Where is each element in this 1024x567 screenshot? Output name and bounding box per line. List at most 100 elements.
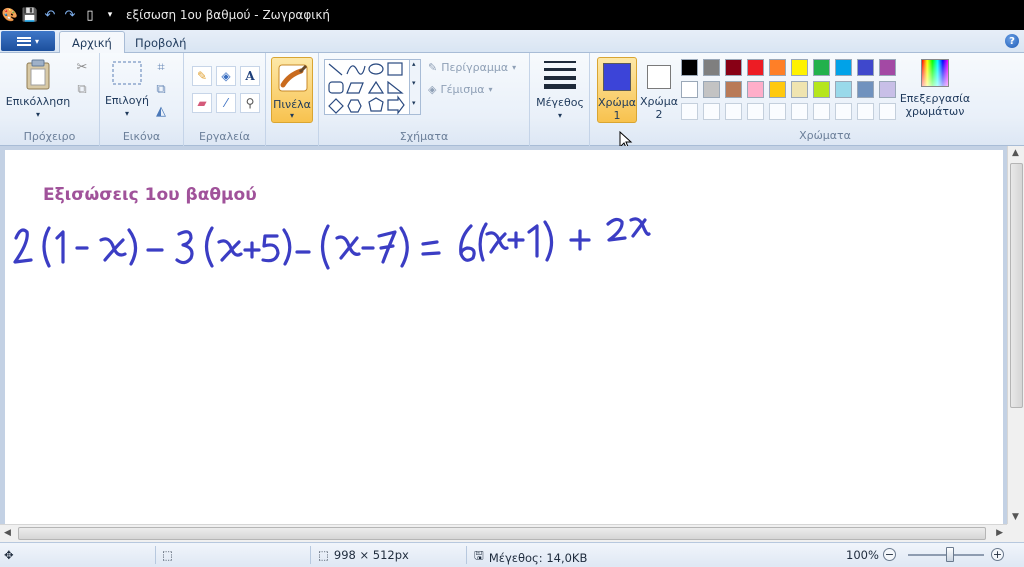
file-size-item: 🖫 Μέγεθος: 14,0KB bbox=[474, 548, 587, 567]
text-tool-icon[interactable]: A bbox=[240, 66, 260, 86]
save-icon[interactable]: 💾 bbox=[22, 7, 38, 23]
edit-colors-button[interactable]: Επεξεργασία χρωμάτων bbox=[900, 59, 970, 118]
expand-icon[interactable]: ▾ bbox=[412, 99, 416, 107]
size-group: Μέγεθος ▾ bbox=[530, 53, 590, 146]
tools-group: ✎ ◈ A ▰ ⁄ ⚲ Εργαλεία bbox=[184, 53, 266, 146]
select-button[interactable]: Επιλογή ▾ bbox=[104, 59, 150, 120]
file-menu-button[interactable]: ▾ bbox=[1, 31, 55, 51]
chevron-down-icon: ▾ bbox=[488, 85, 493, 94]
clipboard-group-label: Πρόχειρο bbox=[23, 130, 76, 143]
palette-swatch[interactable] bbox=[857, 81, 874, 98]
help-icon[interactable]: ? bbox=[1005, 34, 1019, 48]
scroll-left-icon[interactable]: ◀ bbox=[4, 528, 11, 538]
chevron-up-icon[interactable]: ▴ bbox=[412, 60, 416, 68]
color1-button[interactable]: Χρώμα 1 bbox=[597, 57, 637, 123]
colors-group-label: Χρώματα bbox=[799, 129, 851, 142]
outline-label: Περίγραμμα bbox=[441, 61, 509, 74]
canvas-size-item: ⬚ 998 × 512px bbox=[318, 548, 409, 562]
rotate-icon[interactable]: ◭ bbox=[152, 102, 170, 120]
palette-swatch[interactable] bbox=[681, 81, 698, 98]
color2-swatch bbox=[647, 65, 671, 89]
palette-swatch[interactable] bbox=[813, 59, 830, 76]
edit-colors-label-2: χρωμάτων bbox=[905, 105, 965, 118]
palette-empty-swatch[interactable] bbox=[813, 103, 830, 120]
paint-app-icon[interactable]: 🎨 bbox=[2, 7, 18, 23]
zoom-in-icon[interactable]: + bbox=[991, 548, 1004, 561]
palette-swatch[interactable] bbox=[681, 59, 698, 76]
palette-swatch[interactable] bbox=[835, 59, 852, 76]
palette-swatch[interactable] bbox=[747, 81, 764, 98]
outline-button[interactable]: ✎ Περίγραμμα ▾ bbox=[428, 61, 516, 74]
cursor-position-icon: ✥ bbox=[4, 548, 14, 562]
magnifier-icon[interactable]: ⚲ bbox=[240, 93, 260, 113]
scroll-down-icon[interactable]: ▼ bbox=[1012, 512, 1019, 522]
chevron-down-icon: ▾ bbox=[557, 111, 562, 120]
palette-empty-swatch[interactable] bbox=[835, 103, 852, 120]
palette-swatch[interactable] bbox=[791, 81, 808, 98]
palette-empty-swatch[interactable] bbox=[879, 103, 896, 120]
cut-icon[interactable]: ✂ bbox=[73, 58, 91, 76]
window-title: εξίσωση 1ου βαθμού - Ζωγραφική bbox=[126, 8, 330, 22]
shapes-group-label: Σχήματα bbox=[399, 130, 449, 143]
fill-bucket-icon[interactable]: ◈ bbox=[216, 66, 236, 86]
chevron-down-icon[interactable]: ▾ bbox=[412, 79, 416, 87]
color-picker-icon[interactable]: ⁄ bbox=[216, 93, 236, 113]
ribbon: Επικόλληση ▾ ✂ ⧉ Πρόχειρο Επιλογή ▾ ⌗ ⧉ … bbox=[0, 53, 1024, 151]
palette-swatch[interactable] bbox=[703, 59, 720, 76]
palette-swatch[interactable] bbox=[813, 81, 830, 98]
brushes-button[interactable]: Πινέλα ▾ bbox=[271, 57, 313, 123]
palette-swatch[interactable] bbox=[769, 81, 786, 98]
palette-swatch[interactable] bbox=[747, 59, 764, 76]
palette-swatch[interactable] bbox=[879, 59, 896, 76]
palette-swatch[interactable] bbox=[857, 59, 874, 76]
rainbow-palette-icon bbox=[921, 59, 949, 87]
palette-empty-swatch[interactable] bbox=[857, 103, 874, 120]
palette-swatch[interactable] bbox=[791, 59, 808, 76]
image-group-label: Εικόνα bbox=[122, 130, 161, 143]
zoom-slider-thumb[interactable] bbox=[946, 547, 954, 562]
color2-button[interactable]: Χρώμα 2 bbox=[640, 57, 678, 123]
palette-empty-swatch[interactable] bbox=[703, 103, 720, 120]
undo-icon[interactable]: ↶ bbox=[42, 7, 58, 23]
zoom-out-icon[interactable]: − bbox=[883, 548, 896, 561]
palette-swatch[interactable] bbox=[725, 59, 742, 76]
shapes-scroll[interactable]: ▴ ▾ ▾ bbox=[409, 59, 421, 115]
fill-button[interactable]: ◈ Γέμισμα ▾ bbox=[428, 83, 493, 96]
pencil-outline-icon: ✎ bbox=[428, 61, 438, 74]
palette-swatch[interactable] bbox=[703, 81, 720, 98]
customize-dropdown-icon[interactable]: ▾ bbox=[102, 7, 118, 23]
color1-number: 1 bbox=[613, 109, 621, 122]
redo-icon[interactable]: ↷ bbox=[62, 7, 78, 23]
palette-swatch[interactable] bbox=[769, 59, 786, 76]
palette-empty-swatch[interactable] bbox=[769, 103, 786, 120]
clipboard-icon bbox=[26, 59, 50, 90]
palette-empty-swatch[interactable] bbox=[747, 103, 764, 120]
scroll-up-icon[interactable]: ▲ bbox=[1012, 148, 1019, 158]
new-document-icon[interactable]: ▯ bbox=[82, 7, 98, 23]
size-label: Μέγεθος bbox=[536, 96, 584, 109]
tab-view[interactable]: Προβολή bbox=[123, 31, 198, 54]
tab-home[interactable]: Αρχική bbox=[59, 31, 125, 54]
copy-icon[interactable]: ⧉ bbox=[73, 80, 91, 98]
pencil-icon[interactable]: ✎ bbox=[192, 66, 212, 86]
palette-empty-swatch[interactable] bbox=[791, 103, 808, 120]
resize-icon[interactable]: ⧉ bbox=[152, 80, 170, 98]
palette-empty-swatch[interactable] bbox=[725, 103, 742, 120]
status-separator bbox=[466, 546, 467, 564]
shapes-gallery[interactable] bbox=[324, 59, 410, 115]
palette-empty-swatch[interactable] bbox=[681, 103, 698, 120]
palette-swatch[interactable] bbox=[725, 81, 742, 98]
palette-swatch[interactable] bbox=[835, 81, 852, 98]
vertical-scrollbar[interactable]: ▲ ▼ bbox=[1007, 146, 1024, 524]
canvas-size-icon: ⬚ bbox=[318, 548, 329, 562]
drawing-canvas[interactable]: Εξισώσεις 1ου βαθμού bbox=[5, 150, 1003, 524]
paste-button[interactable]: Επικόλληση ▾ bbox=[6, 59, 70, 121]
size-button[interactable]: Μέγεθος ▾ bbox=[534, 59, 586, 122]
horizontal-scrollbar[interactable]: ◀ ▶ bbox=[0, 524, 1007, 542]
eraser-icon[interactable]: ▰ bbox=[192, 93, 212, 113]
crop-icon[interactable]: ⌗ bbox=[152, 58, 170, 76]
palette-swatch[interactable] bbox=[879, 81, 896, 98]
vertical-scroll-thumb[interactable] bbox=[1010, 163, 1023, 408]
horizontal-scroll-thumb[interactable] bbox=[18, 527, 986, 540]
scroll-right-icon[interactable]: ▶ bbox=[996, 528, 1003, 538]
